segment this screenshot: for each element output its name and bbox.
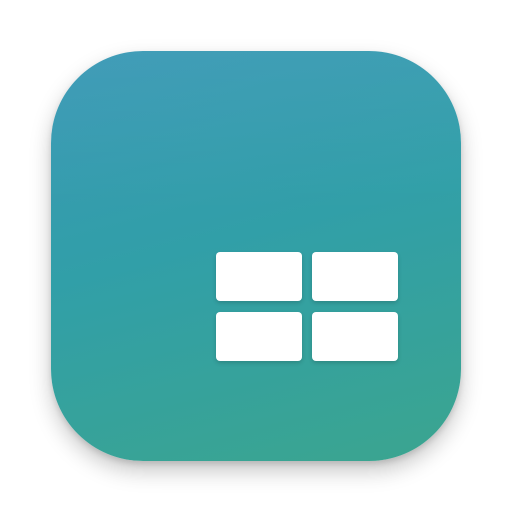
grid-tile-bottom-right (312, 312, 398, 361)
grid-tile-top-right (312, 252, 398, 301)
grid-tile-top-left (216, 252, 302, 301)
app-icon[interactable] (51, 51, 461, 461)
grid-tile-bottom-left (216, 312, 302, 361)
grid-2x2-icon (216, 252, 398, 362)
canvas (0, 0, 512, 512)
